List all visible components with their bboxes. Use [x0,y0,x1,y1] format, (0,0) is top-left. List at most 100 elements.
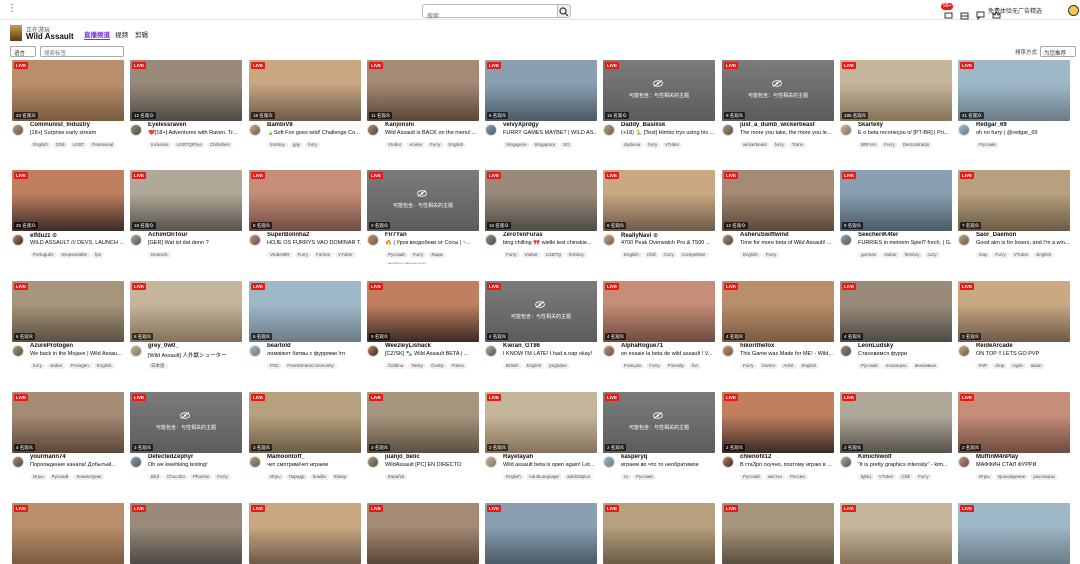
stream-tag[interactable]: Gamer [758,363,779,369]
stream-thumbnail[interactable]: 可能包含：与性相关的主题 LIVE 15 名观众 [603,60,715,121]
streamer-name[interactable]: Kanjonshi [385,122,479,128]
streamer-avatar[interactable] [840,345,852,357]
stream-tag[interactable]: Русский [633,474,656,480]
stream-thumbnail[interactable]: 可能包含：与性相关的主题 LIVE 4 名观众 [485,281,597,342]
stream-tag[interactable]: adult18plus [564,474,594,480]
stream-tag[interactable]: Español [385,474,408,480]
streamer-avatar[interactable] [130,456,142,468]
stream-title[interactable]: чет смотрим/чет играем [267,462,361,468]
stream-title[interactable]: FURRIES in meinem Spiel? frech. | G... [858,240,952,246]
stream-title[interactable]: ON TOP !! LETS GO PVP [976,351,1070,357]
stream-thumbnail[interactable]: LIVE 25 名观众 [12,170,124,231]
streamer-avatar[interactable] [249,456,261,468]
stream-title[interactable]: This Game was Made for ME! - Wild... [740,351,834,357]
stream-title[interactable]: bing chilling 🎀 wielki test chinskie... [503,240,597,246]
stream-thumbnail[interactable]: LIVE 3 名观众 [958,281,1070,342]
stream-tag[interactable]: Русский [858,363,881,369]
stream-tag[interactable]: Tanky [408,363,427,369]
stream-tag[interactable]: LGBT [69,142,88,148]
stream-tag[interactable]: wickerbeast [740,142,770,148]
stream-tag[interactable]: 日本語 [148,363,168,369]
stream-title[interactable]: Пороождение канала! Добытый... [30,462,124,468]
streamer-name[interactable]: BambiV8 [267,122,361,128]
stream-thumbnail[interactable]: LIVE 6 名观众 [130,281,242,342]
streamer-name[interactable]: Kimichiwolf [858,454,952,460]
streamer-name[interactable]: Daddy_Basilisk [621,122,715,128]
stream-title[interactable]: I KNOW I'M LATE! I had a nap okay! [503,351,597,357]
stream-tag[interactable]: Русский [385,252,408,258]
stream-thumbnail[interactable]: LIVE 12 名观众 [130,60,242,121]
stream-tag[interactable]: rxglis [1009,363,1026,369]
stream-tag[interactable]: Furry [992,252,1009,258]
stream-tag[interactable]: dyslexia [621,142,644,148]
stream-tag[interactable]: плохиграс [882,363,910,369]
stream-tag[interactable]: Игры [267,474,284,480]
stream-tag[interactable]: Chill [643,252,659,258]
stream-thumbnail[interactable]: LIVE 18 名观众 [249,60,361,121]
stream-tag[interactable]: English [798,363,820,369]
stream-tag[interactable]: Phoenix [190,474,213,480]
stream-tag[interactable]: furry [305,142,321,148]
stream-tag[interactable]: Vtuber [521,252,541,258]
streamer-name[interactable]: LeonLudsky [858,343,952,349]
stream-tag[interactable]: Čeština [385,363,407,369]
streamer-avatar[interactable] [12,234,24,246]
stream-tag[interactable]: прохождение [994,474,1029,480]
stream-tag[interactable]: furry [645,142,661,148]
streamer-avatar[interactable] [603,345,615,357]
stream-thumbnail[interactable]: 可能包含：与性相关的主题 LIVE 2 名观众 [367,170,479,231]
stream-thumbnail[interactable]: LIVE 5 名观众 [367,281,479,342]
stream-tag[interactable]: VTuber [335,252,356,258]
stream-tag[interactable]: Gay [976,252,991,258]
stream-tag[interactable]: ЛюбимыйЧетчика [385,262,429,264]
streamer-name[interactable]: Fir7Yan [385,232,479,238]
stream-tag[interactable]: PvP [976,363,991,369]
stream-tag[interactable]: Deutsch [148,252,171,258]
stream-thumbnail[interactable]: LIVE 6 名观众 [12,281,124,342]
stream-tag[interactable]: VTuber [875,474,897,480]
stream-title[interactable]: Oh we kwehking testing! [148,462,242,468]
stream-tag[interactable]: cozy [924,252,940,258]
streamer-avatar[interactable] [130,234,142,246]
stream-tag[interactable]: вежливые [911,363,940,369]
stream-title[interactable]: oh no furry | @redgar_69 [976,130,1070,136]
stream-tag[interactable]: fun [688,363,702,369]
stream-tag[interactable]: Chill [52,142,68,148]
stream-thumbnail[interactable]: LIVE [130,503,242,564]
stream-title[interactable]: WILD ASSAULT /// DEVS, LAUNCH ... [30,240,124,246]
streamer-avatar[interactable] [367,234,379,246]
stream-title[interactable]: "it is pretty graphics intensity" - kim.… [858,462,952,468]
stream-tag[interactable]: Dropsenable [58,252,91,258]
stream-thumbnail[interactable]: LIVE 18 名观众 [130,170,242,231]
stream-tag[interactable]: Furry [214,474,231,480]
stream-title[interactable]: 🍃Soft Fox goes wild! Challenge Co... [267,130,361,136]
stream-title[interactable]: É o beta reconeçou o/ [PT-BR] | Pri... [858,130,952,136]
streamer-name[interactable]: yourmann74 [30,454,124,460]
stream-tag[interactable]: VTuber [1010,252,1032,258]
streamer-avatar[interactable] [130,124,142,136]
streamer-name[interactable]: kasperyq [621,454,715,460]
stream-tag[interactable]: SG [560,142,573,148]
stream-tag[interactable]: femboy [267,142,288,148]
stream-tag[interactable]: Protogen [67,363,92,369]
stream-thumbnail[interactable]: LIVE 15 名观众 [485,170,597,231]
stream-tag[interactable]: furry [30,363,45,369]
stream-title[interactable]: ломяіяют битвы с фуррями !гп [267,351,361,357]
stream-tag[interactable]: Русский [976,142,999,148]
stream-tag[interactable]: LGBTQ [542,252,565,258]
stream-title[interactable]: WildAssault [PC] EN DIRECTO [385,462,479,468]
stream-tag[interactable]: VtuberBR [267,252,293,258]
stream-tag[interactable]: English [740,252,761,258]
streamer-avatar[interactable] [485,124,497,136]
stream-tag[interactable]: Singapore [503,142,530,148]
streamer-name[interactable]: Redgar_69 [976,122,1070,128]
stream-tag[interactable]: ChillVibes [206,142,233,148]
stream-tag[interactable]: Český [428,363,447,369]
stream-tag[interactable]: Furry [762,252,780,258]
stream-tag[interactable]: Anime [406,142,426,148]
stream-tag[interactable]: Singapura [531,142,559,148]
streamer-avatar[interactable] [958,345,970,357]
stream-thumbnail[interactable]: LIVE 3 名观众 [367,392,479,453]
stream-tag[interactable]: FreeStreamCommunity [284,363,337,369]
stream-thumbnail[interactable]: LIVE [12,503,124,564]
